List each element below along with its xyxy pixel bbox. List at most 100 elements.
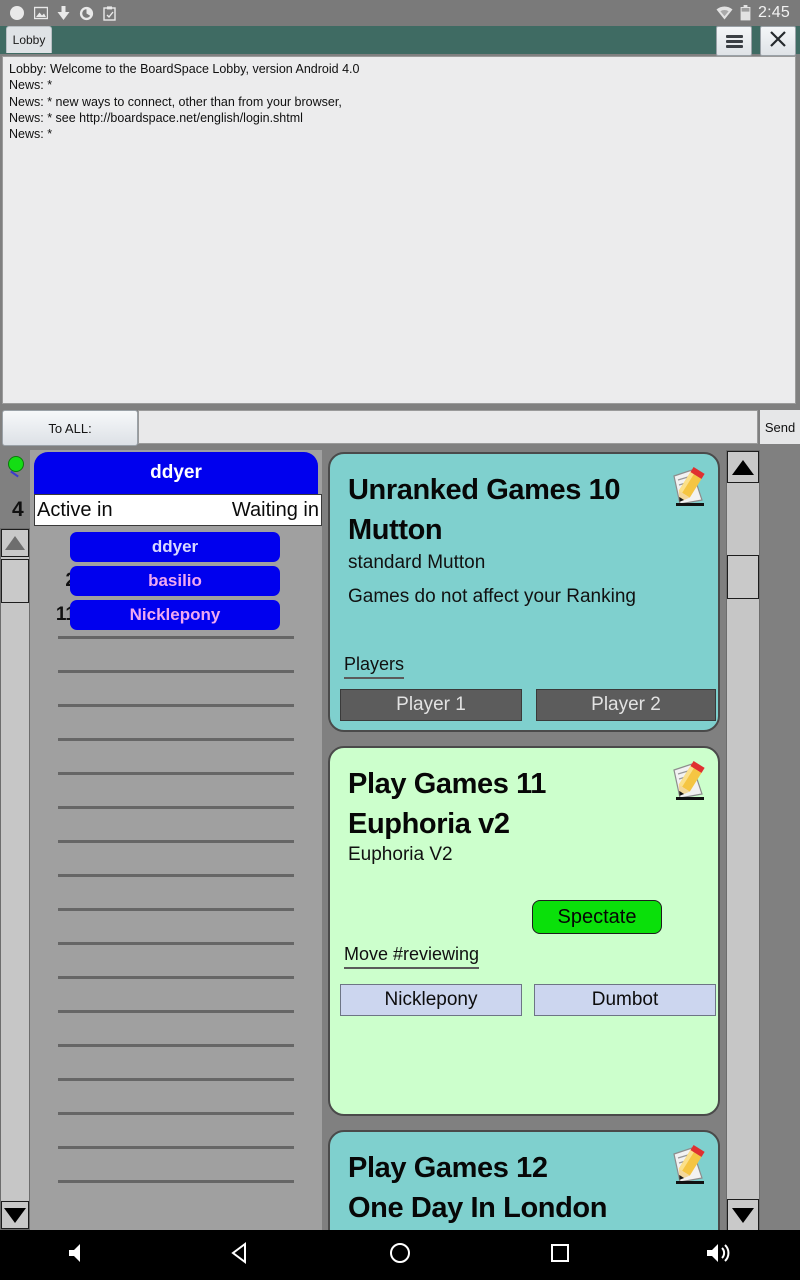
user-name-button[interactable]: Nicklepony: [70, 600, 280, 630]
empty-user-row-divider: [58, 1078, 294, 1081]
games-scrollbar[interactable]: [726, 450, 760, 1231]
send-button[interactable]: Send: [760, 410, 800, 444]
empty-user-row-divider: [58, 976, 294, 979]
users-scrollbar[interactable]: [0, 528, 30, 1230]
self-name-label: ddyer: [150, 462, 202, 483]
game-card-title-line1: Play Games 11: [348, 768, 546, 800]
right-filler: [760, 450, 800, 1230]
empty-user-row-divider: [58, 1044, 294, 1047]
chat-log[interactable]: Lobby: Welcome to the BoardSpace Lobby, …: [2, 56, 796, 404]
game-card[interactable]: Unranked Games 10 Mutton standard Mutton…: [328, 452, 720, 732]
empty-user-row-divider: [58, 636, 294, 639]
users-scroll-thumb[interactable]: [1, 559, 29, 603]
game-card-title-line1: Unranked Games 10: [348, 474, 621, 506]
lobby-body: ddyer Active in Waiting in ddyer2basilio…: [0, 450, 800, 1231]
game-card[interactable]: Play Games 12 One Day In London: [328, 1130, 720, 1230]
game-card-title: Unranked Games 10 Mutton: [348, 470, 648, 550]
game-card-subtitle: Euphoria V2: [348, 844, 453, 865]
online-status-dot-icon: [8, 456, 24, 478]
app-title-bar: [0, 26, 800, 54]
scroll-up-arrow-icon: [5, 536, 25, 550]
empty-user-row-divider: [58, 1010, 294, 1013]
to-all-button[interactable]: To ALL:: [2, 410, 138, 446]
users-scroll-up-button[interactable]: [1, 529, 29, 557]
android-nav-bar: [0, 1230, 800, 1280]
user-name-button[interactable]: ddyer: [70, 532, 280, 562]
back-icon: [229, 1241, 251, 1269]
tab-lobby-label: Lobby: [12, 33, 46, 47]
recents-icon: [550, 1243, 570, 1268]
close-icon: [769, 30, 787, 53]
spectate-button[interactable]: Spectate: [532, 900, 662, 934]
menu-button[interactable]: [716, 26, 752, 56]
spectate-label: Spectate: [557, 905, 637, 928]
empty-user-row-divider: [58, 942, 294, 945]
game-card-title-line2: Mutton: [348, 514, 443, 546]
chat-line: Lobby: Welcome to the BoardSpace Lobby, …: [9, 62, 360, 76]
users-column-header: Active in Waiting in: [34, 494, 322, 526]
chat-input[interactable]: [138, 410, 758, 444]
home-icon: [389, 1242, 411, 1269]
self-name-header[interactable]: ddyer: [34, 452, 318, 494]
user-name-button[interactable]: basilio: [70, 566, 280, 596]
empty-user-row-divider: [58, 806, 294, 809]
volume-up-icon: [705, 1242, 735, 1269]
games-list: Unranked Games 10 Mutton standard Mutton…: [322, 450, 726, 1230]
user-row[interactable]: ddyer: [30, 530, 322, 564]
player-slot-button[interactable]: Player 1: [340, 689, 522, 721]
player-slot-label: Player 1: [396, 694, 466, 715]
game-card-section-label: Move #reviewing: [344, 944, 480, 969]
game-card-subtitle: standard Mutton: [348, 552, 486, 573]
games-scroll-up-button[interactable]: [727, 451, 759, 483]
empty-user-row-divider: [58, 840, 294, 843]
recents-button[interactable]: [525, 1230, 595, 1280]
games-scroll-down-button[interactable]: [727, 1199, 759, 1231]
android-status-bar: 2:45: [0, 0, 800, 26]
pencil-notepad-icon: [666, 1144, 710, 1186]
empty-user-row-divider: [58, 1146, 294, 1149]
player-slot-button[interactable]: Nicklepony: [340, 984, 522, 1016]
users-panel: ddyer Active in Waiting in ddyer2basilio…: [30, 450, 322, 1230]
chat-line: News: *: [9, 127, 53, 142]
games-scroll-thumb[interactable]: [727, 555, 759, 599]
home-button[interactable]: [365, 1230, 435, 1280]
empty-user-row-divider: [58, 908, 294, 911]
circle-icon: [9, 5, 25, 21]
users-scroll-down-button[interactable]: [1, 1201, 29, 1229]
game-card-section-label: Players: [344, 654, 405, 679]
active-count-label: 4: [12, 498, 24, 521]
volume-up-button[interactable]: [685, 1230, 755, 1280]
tab-lobby[interactable]: Lobby: [6, 26, 52, 53]
player-slot-button[interactable]: Player 2: [536, 689, 716, 721]
chat-line: News: * see http://boardspace.net/englis…: [9, 110, 303, 125]
game-card-note: Games do not affect your Ranking: [348, 586, 636, 607]
user-row[interactable]: 2basilio: [30, 564, 322, 598]
volume-down-icon: [67, 1242, 93, 1269]
game-card-title: Play Games 11 Euphoria v2: [348, 764, 648, 844]
pencil-notepad-icon: [666, 760, 710, 802]
game-card-title: Play Games 12 One Day In London: [348, 1148, 648, 1228]
status-left-icons: [0, 5, 117, 21]
clipboard-icon: [103, 5, 117, 21]
empty-user-row-divider: [58, 772, 294, 775]
game-card[interactable]: Play Games 11 Euphoria v2 Euphoria V2 Sp…: [328, 746, 720, 1116]
volume-down-button[interactable]: [45, 1230, 115, 1280]
empty-user-row-divider: [58, 670, 294, 673]
chat-line: News: *: [9, 78, 53, 93]
column-waiting-label: Waiting in: [231, 498, 319, 521]
user-row[interactable]: 11 Nicklepony: [30, 598, 322, 632]
player-slot-label: Dumbot: [591, 989, 659, 1010]
scroll-down-arrow-icon: [4, 1207, 26, 1223]
empty-user-row-divider: [58, 874, 294, 877]
pencil-notepad-icon: [666, 466, 710, 508]
empty-user-row-divider: [58, 704, 294, 707]
close-button[interactable]: [760, 26, 796, 56]
back-button[interactable]: [205, 1230, 275, 1280]
hamburger-menu-icon: [725, 34, 743, 48]
scroll-down-arrow-icon: [732, 1207, 754, 1223]
empty-user-row-divider: [58, 738, 294, 741]
download-icon: [57, 5, 70, 21]
chat-input-row: To ALL: Send: [0, 408, 800, 446]
player-slot-button[interactable]: Dumbot: [534, 984, 716, 1016]
battery-icon: [740, 5, 751, 21]
